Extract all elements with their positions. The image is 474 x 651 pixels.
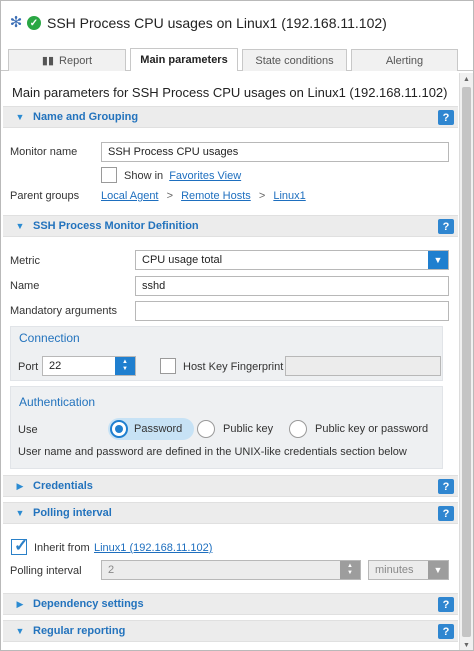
chevron-down-icon: ▼ (15, 626, 25, 636)
inherit-from-link[interactable]: Linux1 (192.168.11.102) (94, 542, 212, 554)
auth-option-public-key-or-password[interactable]: Public key or password (289, 418, 439, 440)
auth-note: User name and password are defined in th… (18, 446, 407, 458)
help-icon[interactable]: ? (438, 624, 454, 639)
tab-bar: ▮▮ Report Main parameters State conditio… (1, 45, 473, 71)
breadcrumb-remote-hosts[interactable]: Remote Hosts (181, 190, 251, 202)
monitor-name-input[interactable]: SSH Process CPU usages (101, 142, 449, 162)
host-key-label: Host Key Fingerprint (183, 361, 284, 373)
breadcrumb: Local Agent > Remote Hosts > Linux1 (101, 190, 306, 202)
host-key-checkbox[interactable] (160, 358, 176, 374)
auth-option-password[interactable]: Password (108, 418, 194, 440)
name-label: Name (10, 280, 40, 292)
monitor-title: SSH Process CPU usages on Linux1 (192.16… (47, 15, 387, 31)
checkmark-icon: ✓ (14, 536, 29, 555)
page-title: Main parameters for SSH Process CPU usag… (12, 85, 448, 100)
port-input[interactable]: 22 ▲ ▼ (42, 356, 136, 376)
radio-public-key[interactable] (197, 420, 215, 438)
breadcrumb-linux1[interactable]: Linux1 (273, 190, 305, 202)
inherit-from-label: Inherit from (34, 542, 90, 554)
tab-report[interactable]: ▮▮ Report (8, 49, 126, 71)
chevron-down-icon: ▼ (15, 112, 25, 122)
scrollbar-thumb[interactable] (462, 87, 471, 637)
tab-main-parameters[interactable]: Main parameters (130, 48, 238, 71)
chevron-down-icon: ▼ (15, 508, 25, 518)
polling-unit-select[interactable]: minutes ▼ (368, 560, 449, 580)
authentication-panel: Authentication Use Password Public key P… (10, 386, 443, 469)
monitor-name-label: Monitor name (10, 146, 78, 158)
bar-chart-icon: ▮▮ (41, 55, 55, 67)
chevron-right-icon: ▶ (16, 480, 24, 491)
help-icon[interactable]: ? (438, 479, 454, 494)
connection-panel: Connection Port 22 ▲ ▼ Host Key Fingerpri… (10, 326, 443, 381)
section-definition[interactable]: ▼ SSH Process Monitor Definition ? (3, 215, 458, 237)
mandatory-arguments-label: Mandatory arguments (10, 305, 117, 317)
breadcrumb-local-agent[interactable]: Local Agent (101, 190, 159, 202)
authentication-title: Authentication (19, 395, 96, 409)
process-name-input[interactable]: sshd (135, 276, 449, 296)
help-icon[interactable]: ? (438, 110, 454, 125)
radio-password[interactable] (110, 420, 128, 438)
polling-interval-label: Polling interval (10, 565, 82, 577)
chevron-down-icon[interactable]: ▼ (428, 251, 448, 269)
chevron-down-icon[interactable]: ▼ (428, 561, 448, 579)
radio-public-key-or-password[interactable] (289, 420, 307, 438)
section-polling-interval[interactable]: ▼ Polling interval ? (3, 502, 458, 524)
parent-groups-label: Parent groups (10, 190, 80, 202)
spinner-arrows-icon[interactable]: ▲ ▼ (340, 561, 360, 579)
scroll-up-icon[interactable]: ▲ (460, 73, 473, 85)
use-label: Use (18, 424, 38, 436)
help-icon[interactable]: ? (438, 597, 454, 612)
connection-title: Connection (19, 331, 80, 345)
spinner-arrows-icon[interactable]: ▲ ▼ (115, 357, 135, 375)
metric-select[interactable]: CPU usage total ▼ (135, 250, 449, 270)
tab-alerting[interactable]: Alerting (351, 49, 458, 71)
auth-option-public-key[interactable]: Public key (197, 418, 277, 440)
section-dependency-settings[interactable]: ▶ Dependency settings ? (3, 593, 458, 615)
polling-interval-input[interactable]: 2 ▲ ▼ (101, 560, 361, 580)
section-regular-reporting[interactable]: ▼ Regular reporting ? (3, 620, 458, 642)
section-credentials[interactable]: ▶ Credentials ? (3, 475, 458, 497)
port-label: Port (18, 361, 39, 373)
main-content: Main parameters for SSH Process CPU usag… (3, 73, 458, 650)
favorites-view-link[interactable]: Favorites View (169, 170, 241, 182)
status-ok-icon: ✓ (27, 16, 41, 30)
window: ✻ ✓ SSH Process CPU usages on Linux1 (19… (0, 0, 474, 651)
scroll-down-icon[interactable]: ▼ (460, 639, 473, 650)
host-key-input[interactable] (285, 356, 441, 376)
chevron-right-icon: ▶ (16, 598, 24, 609)
show-in-label: Show in Favorites View (124, 170, 242, 182)
help-icon[interactable]: ? (438, 219, 454, 234)
vertical-scrollbar[interactable]: ▲ ▼ (459, 73, 473, 650)
inherit-checkbox[interactable]: ✓ (11, 536, 29, 555)
gear-icon[interactable]: ✻ (9, 15, 23, 30)
chevron-down-icon: ▼ (15, 221, 25, 231)
metric-label: Metric (10, 255, 40, 267)
help-icon[interactable]: ? (438, 506, 454, 521)
mandatory-arguments-input[interactable] (135, 301, 449, 321)
show-in-favorites-checkbox[interactable] (101, 167, 117, 183)
monitor-header: ✻ ✓ SSH Process CPU usages on Linux1 (19… (1, 1, 473, 45)
tab-state-conditions[interactable]: State conditions (242, 49, 347, 71)
section-name-grouping[interactable]: ▼ Name and Grouping ? (3, 106, 458, 128)
